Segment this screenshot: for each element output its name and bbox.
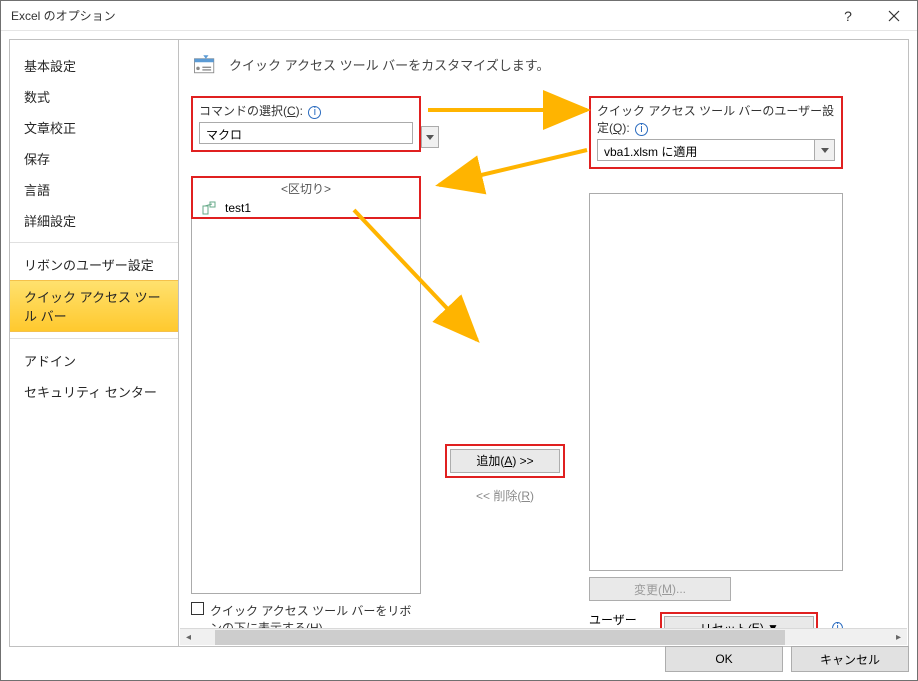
scroll-thumb[interactable] (215, 630, 785, 645)
scroll-left-button[interactable]: ◂ (180, 629, 197, 646)
left-combo-group: コマンドの選択(C): i マクロ (191, 96, 421, 152)
separator-header[interactable]: <区切り> (193, 178, 419, 199)
info-icon[interactable]: i (308, 106, 321, 119)
add-button[interactable]: 追加(A) >> (450, 449, 560, 473)
ok-button[interactable]: OK (665, 646, 783, 672)
titlebar: Excel のオプション ? (1, 1, 917, 31)
remove-button[interactable]: << 削除(R) (450, 484, 560, 508)
sidebar-item-qat[interactable]: クイック アクセス ツール バー (10, 280, 178, 332)
sidebar-item-addins[interactable]: アドイン (10, 345, 178, 376)
scroll-right-button[interactable]: ▸ (890, 629, 907, 646)
sidebar-item-general[interactable]: 基本設定 (10, 50, 178, 81)
macro-item-label: test1 (225, 201, 251, 215)
heading-text: クイック アクセス ツール バーをカスタマイズします。 (229, 55, 550, 74)
options-dialog: Excel のオプション ? 基本設定 数式 文章校正 保存 言語 詳細設定 リ… (0, 0, 918, 681)
commands-combo[interactable]: マクロ (199, 122, 413, 144)
window-controls: ? (825, 1, 917, 30)
customize-combo-button[interactable] (814, 140, 834, 160)
sidebar-item-advanced[interactable]: 詳細設定 (10, 205, 178, 236)
window-title: Excel のオプション (11, 7, 116, 24)
chevron-down-icon (821, 148, 829, 153)
add-button-highlight: 追加(A) >> (445, 444, 565, 478)
sidebar: 基本設定 数式 文章校正 保存 言語 詳細設定 リボンのユーザー設定 クイック … (9, 39, 179, 647)
sidebar-item-trust[interactable]: セキュリティ センター (10, 376, 178, 407)
cancel-button[interactable]: キャンセル (791, 646, 909, 672)
close-button[interactable] (871, 1, 917, 30)
horizontal-scrollbar[interactable]: ◂ ▸ (180, 628, 907, 645)
help-button[interactable]: ? (825, 1, 871, 30)
commands-label: コマンドの選択(C): i (199, 102, 413, 119)
chevron-down-icon (426, 135, 434, 140)
right-combo-group: クイック アクセス ツール バーのユーザー設定(Q): i vba1.xlsm … (589, 96, 843, 169)
close-icon (888, 10, 900, 22)
sidebar-item-formulas[interactable]: 数式 (10, 81, 178, 112)
sidebar-item-save[interactable]: 保存 (10, 143, 178, 174)
customize-combo-value: vba1.xlsm に適用 (598, 140, 814, 160)
sidebar-item-language[interactable]: 言語 (10, 174, 178, 205)
sidebar-item-proofing[interactable]: 文章校正 (10, 112, 178, 143)
commands-combo-value: マクロ (200, 123, 412, 143)
main-panel: クイック アクセス ツール バーをカスタマイズします。 コマンドの選択(C): … (179, 39, 909, 647)
customize-label: クイック アクセス ツール バーのユーザー設定(Q): i (597, 102, 835, 136)
info-icon[interactable]: i (635, 123, 648, 136)
customize-combo[interactable]: vba1.xlsm に適用 (597, 139, 835, 161)
commands-combo-button[interactable] (421, 127, 438, 147)
macro-icon (201, 200, 217, 216)
dialog-body: 基本設定 数式 文章校正 保存 言語 詳細設定 リボンのユーザー設定 クイック … (1, 31, 917, 680)
dialog-footer: OK キャンセル (665, 646, 909, 672)
show-below-ribbon-checkbox[interactable] (191, 602, 204, 615)
modify-button[interactable]: 変更(M)... (589, 577, 731, 601)
qat-list[interactable] (589, 193, 843, 571)
sidebar-item-ribbon[interactable]: リボンのユーザー設定 (10, 249, 178, 280)
page-heading: クイック アクセス ツール バーをカスタマイズします。 (191, 50, 896, 78)
commands-list[interactable]: <区切り> test1 (191, 176, 421, 594)
macro-item-test1[interactable]: test1 (193, 199, 419, 217)
qat-icon (191, 50, 219, 78)
